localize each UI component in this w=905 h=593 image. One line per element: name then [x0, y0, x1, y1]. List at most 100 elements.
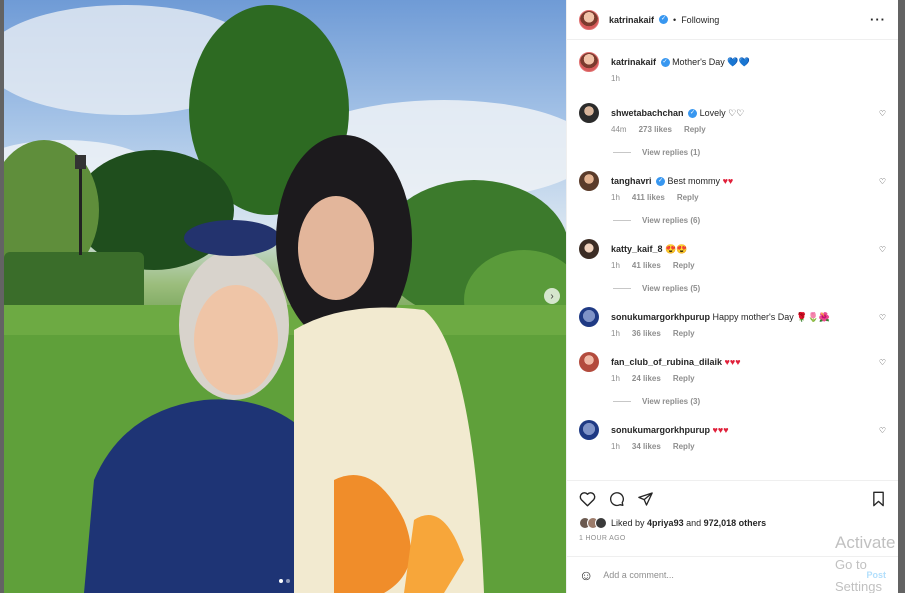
caption-emoji: 💙💙	[727, 57, 750, 67]
avatar[interactable]	[579, 239, 599, 259]
reply-button[interactable]: Reply	[673, 329, 695, 338]
likes-and: and	[686, 518, 702, 528]
author-username[interactable]: katrinakaif	[609, 15, 654, 25]
comment-likes[interactable]: 411 likes	[632, 193, 665, 202]
view-replies-label: View replies (5)	[642, 284, 701, 293]
post-side-panel: katrinakaif ✓ • Following ··· katrinakai…	[566, 0, 898, 593]
verified-badge-icon: ✓	[656, 177, 666, 187]
avatar[interactable]	[579, 171, 599, 191]
comment-time: 1h	[611, 329, 620, 338]
comment-text: Best mommy	[667, 176, 721, 186]
reply-button[interactable]: Reply	[673, 374, 695, 383]
comment-likes[interactable]: 41 likes	[632, 261, 661, 270]
comment-bubble-icon[interactable]	[608, 491, 625, 507]
comment-time: 1h	[611, 374, 620, 383]
likes-count[interactable]: 972,018 others	[704, 518, 767, 528]
comment-likes[interactable]: 273 likes	[639, 125, 672, 134]
reply-button[interactable]: Reply	[673, 261, 695, 270]
comment-likes[interactable]: 24 likes	[632, 374, 661, 383]
view-replies-button[interactable]: View replies (1)	[613, 148, 886, 157]
comment-text: Lovely	[699, 108, 726, 118]
like-comment-icon[interactable]: ♡	[879, 313, 886, 322]
comment-input[interactable]	[603, 570, 867, 580]
verified-badge-icon: ✓	[659, 15, 669, 24]
save-bookmark-icon[interactable]	[871, 491, 886, 507]
liker-username[interactable]: 4priya93	[647, 518, 684, 528]
comment-item: tanghavri ✓ Best mommy ♥♥ 1h 411 likes R…	[579, 171, 886, 202]
comment-time: 1h	[611, 442, 620, 451]
post-actions: Liked by 4priya93 and 972,018 others 1 H…	[567, 480, 898, 556]
comments-list[interactable]: katrinakaif ✓ Mother's Day 💙💙 1h shwetab…	[567, 40, 898, 480]
carousel-dot	[286, 579, 290, 583]
likes-prefix: Liked by	[611, 518, 645, 528]
carousel-next-button[interactable]: ›	[544, 288, 560, 304]
comment-item: shwetabachchan ✓ Lovely ♡♡ 44m 273 likes…	[579, 103, 886, 134]
post-modal: › katrinakaif ✓ • Following ··· katrinak…	[4, 0, 898, 593]
carousel-dot-active	[279, 579, 283, 583]
separator-dot: •	[673, 14, 677, 25]
like-heart-icon[interactable]	[579, 491, 596, 507]
like-comment-icon[interactable]: ♡	[879, 177, 886, 186]
caption-text: Mother's Day	[672, 57, 725, 67]
like-comment-icon[interactable]: ♡	[879, 109, 886, 118]
add-comment-bar: ☺ Post	[567, 556, 898, 593]
comment-item: katty_kaif_8 😍😍 1h 41 likes Reply ♡	[579, 239, 886, 270]
comment-emoji: 🌹🌷🌺	[796, 312, 830, 322]
caption-username[interactable]: katrinakaif	[611, 57, 656, 67]
comment-username[interactable]: sonukumargorkhpurup	[611, 425, 710, 435]
comment-username[interactable]: fan_club_of_rubina_dilaik	[611, 357, 722, 367]
post-photo[interactable]: ›	[4, 0, 566, 593]
view-replies-label: View replies (1)	[642, 148, 701, 157]
comment-item: fan_club_of_rubina_dilaik ♥♥♥ 1h 24 like…	[579, 352, 886, 383]
comment-text: Happy mother's Day	[712, 312, 794, 322]
comment-time: 1h	[611, 261, 620, 270]
comment-emoji: ♥♥♥	[724, 357, 741, 367]
view-replies-label: View replies (3)	[642, 397, 701, 406]
carousel-dots	[279, 579, 290, 583]
post-timestamp[interactable]: 1 HOUR AGO	[579, 535, 886, 542]
more-options-icon[interactable]: ···	[870, 12, 886, 27]
view-replies-button[interactable]: View replies (3)	[613, 397, 886, 406]
view-replies-label: View replies (6)	[642, 216, 701, 225]
comment-item: sonukumargorkhpurup Happy mother's Day 🌹…	[579, 307, 886, 338]
comment-username[interactable]: shwetabachchan	[611, 108, 684, 118]
comment-emoji: ♥♥	[722, 176, 734, 186]
caption: katrinakaif ✓ Mother's Day 💙💙 1h	[579, 52, 886, 83]
comment-username[interactable]: katty_kaif_8	[611, 244, 663, 254]
photo-scene	[4, 5, 566, 593]
emoji-picker-icon[interactable]: ☺	[579, 567, 593, 583]
comment-emoji: ♥♥♥	[712, 425, 729, 435]
comment-emoji: ♡♡	[728, 108, 745, 118]
avatar[interactable]	[579, 9, 599, 30]
share-send-icon[interactable]	[637, 491, 654, 507]
caption-time: 1h	[611, 74, 620, 83]
following-button[interactable]: Following	[681, 15, 719, 25]
comment-username[interactable]: tanghavri	[611, 176, 652, 186]
comment-item: sonukumargorkhpurup ♥♥♥ 1h 34 likes Repl…	[579, 420, 886, 451]
like-comment-icon[interactable]: ♡	[879, 358, 886, 367]
liker-avatars	[579, 517, 607, 529]
view-replies-button[interactable]: View replies (6)	[613, 216, 886, 225]
comment-username[interactable]: sonukumargorkhpurup	[611, 312, 710, 322]
view-replies-button[interactable]: View replies (5)	[613, 284, 886, 293]
likes-summary: Liked by 4priya93 and 972,018 others	[579, 517, 886, 529]
post-comment-button[interactable]: Post	[866, 570, 886, 580]
like-comment-icon[interactable]: ♡	[879, 426, 886, 435]
reply-button[interactable]: Reply	[684, 125, 706, 134]
comment-time: 1h	[611, 193, 620, 202]
reply-button[interactable]: Reply	[677, 193, 699, 202]
reply-button[interactable]: Reply	[673, 442, 695, 451]
avatar[interactable]	[579, 420, 599, 440]
comment-time: 44m	[611, 125, 627, 134]
comment-likes[interactable]: 36 likes	[632, 329, 661, 338]
avatar[interactable]	[579, 103, 599, 123]
avatar[interactable]	[579, 307, 599, 327]
post-header: katrinakaif ✓ • Following ···	[567, 0, 898, 40]
like-comment-icon[interactable]: ♡	[879, 245, 886, 254]
avatar[interactable]	[579, 52, 599, 72]
comment-likes[interactable]: 34 likes	[632, 442, 661, 451]
verified-badge-icon: ✓	[688, 109, 698, 119]
comment-emoji: 😍😍	[665, 244, 688, 254]
verified-badge-icon: ✓	[660, 58, 670, 68]
avatar[interactable]	[579, 352, 599, 372]
